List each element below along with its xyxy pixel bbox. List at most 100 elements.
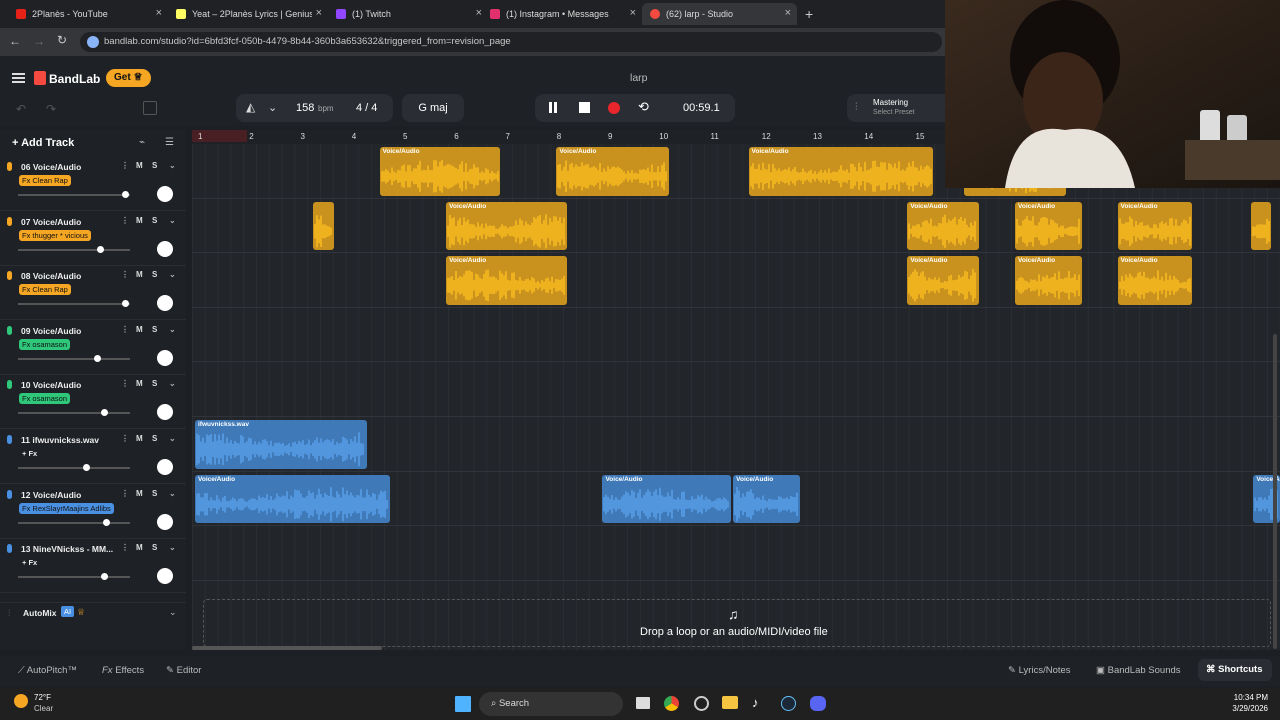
track-row[interactable]: 11 ifwuvnickss.wav + Fx ⋮ M S ⌄ [0, 430, 186, 484]
weather-icon[interactable] [14, 694, 28, 708]
volume-handle[interactable] [101, 573, 109, 581]
solo-button[interactable]: S [152, 216, 157, 225]
audio-clip[interactable]: Voice/Audio [907, 256, 980, 305]
audio-clip[interactable]: Voice/Audio [1117, 256, 1192, 305]
audio-clip[interactable]: Voice/Audio [446, 256, 567, 305]
redo-icon[interactable]: ↷ [46, 102, 56, 116]
chevron-down-icon[interactable]: ⌄ [169, 434, 176, 443]
mute-button[interactable]: M [136, 325, 143, 334]
tuner-icon[interactable]: ⌁ [139, 137, 145, 148]
bandlab-sounds-button[interactable]: ▣ BandLab Sounds [1096, 665, 1181, 676]
solo-button[interactable]: S [152, 270, 157, 279]
chevron-down-icon[interactable]: ⌄ [169, 543, 176, 552]
fx-tag[interactable]: Fx RexSlayrMaajins Adlibs [19, 502, 114, 514]
track-name[interactable]: 13 NineVNickss - MM... [21, 544, 113, 554]
reload-icon[interactable]: ↻ [57, 33, 67, 47]
fx-tag[interactable]: + Fx [19, 557, 40, 568]
editor-button[interactable]: ✎ Editor [166, 665, 201, 676]
track-name[interactable]: 08 Voice/Audio [21, 271, 81, 281]
audio-clip[interactable]: Voice/Audio [195, 474, 390, 524]
time-signature[interactable]: 4 / 4 [356, 102, 377, 114]
mute-button[interactable]: M [136, 543, 143, 552]
solo-button[interactable]: S [152, 434, 157, 443]
back-icon[interactable]: ← [9, 34, 21, 48]
discord-icon[interactable] [810, 696, 826, 711]
chevron-down-icon[interactable]: ⌄ [169, 161, 176, 170]
volume-handle[interactable] [101, 409, 109, 417]
loop-icon[interactable]: ⟲ [638, 99, 649, 115]
close-icon[interactable]: × [630, 7, 636, 19]
task-view-icon[interactable] [636, 697, 650, 709]
volume-handle[interactable] [93, 354, 101, 362]
volume-slider[interactable] [18, 245, 130, 253]
mute-button[interactable]: M [136, 216, 143, 225]
audio-clip[interactable]: Voice/Audio [733, 474, 800, 524]
tab-youtube[interactable]: 2Planès - YouTube × [8, 3, 168, 25]
more-icon[interactable]: ⋮ [121, 543, 129, 552]
volume-handle[interactable] [103, 518, 111, 526]
pan-knob[interactable] [157, 186, 173, 202]
pan-knob[interactable] [157, 568, 173, 585]
more-icon[interactable]: ⋮ [121, 489, 129, 498]
shortcuts-button[interactable]: ⌘ Shortcuts [1198, 659, 1272, 681]
chevron-down-icon[interactable]: ⌄ [169, 607, 177, 618]
audio-clip[interactable]: ifwuvnickss.wav [195, 420, 367, 469]
pan-knob[interactable] [157, 349, 173, 366]
audio-clip[interactable] [312, 201, 335, 251]
mute-button[interactable]: M [136, 434, 143, 443]
audio-clip[interactable]: Voice/Audio [1015, 201, 1082, 251]
volume-slider[interactable] [18, 409, 130, 417]
more-icon[interactable]: ⋮ [121, 216, 129, 225]
more-icon[interactable]: ⋮ [121, 434, 129, 443]
solo-button[interactable]: S [152, 489, 157, 498]
fx-tag[interactable]: Fx Clean Rap [19, 284, 71, 296]
more-icon[interactable]: ⋮ [121, 270, 129, 279]
fx-tag[interactable]: + Fx [19, 448, 40, 459]
pan-knob[interactable] [157, 404, 173, 421]
forward-icon[interactable]: → [33, 34, 45, 48]
volume-slider[interactable] [18, 354, 130, 362]
track-name[interactable]: 09 Voice/Audio [21, 326, 81, 336]
mastering-button[interactable]: ⫶ Mastering Select Preset [847, 94, 945, 122]
track-row[interactable]: 09 Voice/Audio Fx osamason ⋮ M S ⌄ [0, 321, 186, 375]
volume-handle[interactable] [121, 300, 129, 308]
key-selector[interactable]: G maj [402, 94, 464, 122]
track-row[interactable]: 10 Voice/Audio Fx osamason ⋮ M S ⌄ [0, 375, 186, 430]
pan-knob[interactable] [157, 295, 173, 312]
track-lane[interactable] [192, 526, 1280, 581]
tiktok-icon[interactable]: ♪ [752, 695, 759, 710]
clock-date[interactable]: 3/29/2026 [1220, 704, 1268, 713]
track-row[interactable]: 12 Voice/Audio Fx RexSlayrMaajins Adlibs ⋮… [0, 485, 186, 539]
more-icon[interactable]: ⋮ [121, 325, 129, 334]
pan-knob[interactable] [157, 459, 173, 475]
record-icon[interactable] [608, 102, 620, 114]
tempo-value[interactable]: 158 [296, 102, 314, 114]
mute-button[interactable]: M [136, 489, 143, 498]
arrangement-area[interactable]: Voice/Audio Voice/Audio Voice/Audio Voice/A… [192, 144, 1280, 650]
audio-clip[interactable]: Voice/Audio [379, 147, 500, 196]
solo-button[interactable]: S [152, 543, 157, 552]
audio-clip[interactable]: Voice/Audio [446, 201, 567, 251]
track-row[interactable]: 06 Voice/Audio Fx Clean Rap ⋮ M S ⌄ [0, 157, 186, 211]
close-icon[interactable]: × [156, 7, 162, 19]
track-name[interactable]: 12 Voice/Audio [21, 490, 81, 500]
vertical-scrollbar[interactable] [1273, 334, 1277, 649]
stop-icon[interactable] [579, 102, 590, 113]
fx-tag[interactable]: Fx osamason [19, 338, 71, 350]
app-icon[interactable] [694, 696, 709, 711]
add-track-button[interactable]: + Add Track [12, 137, 74, 149]
tab-bandlab[interactable]: (62) larp - Studio × [642, 3, 797, 25]
steam-icon[interactable] [781, 696, 796, 711]
mute-button[interactable]: M [136, 161, 143, 170]
track-name[interactable]: 11 ifwuvnickss.wav [21, 435, 99, 445]
more-icon[interactable]: ⋮ [121, 161, 129, 170]
more-icon[interactable]: ⋮ [121, 379, 129, 388]
track-row[interactable]: 07 Voice/Audio Fx thugger * vicious ⋮ M S ⌄ [0, 212, 186, 266]
fx-tag[interactable]: Fx thugger * vicious [19, 229, 91, 241]
chevron-down-icon[interactable]: ⌄ [169, 216, 176, 225]
track-lane[interactable] [192, 308, 1280, 363]
track-lane[interactable] [192, 362, 1280, 417]
volume-handle[interactable] [121, 191, 129, 198]
tab-twitch[interactable]: (1) Twitch × [328, 3, 488, 25]
metronome-icon[interactable]: ◭ [246, 100, 255, 114]
